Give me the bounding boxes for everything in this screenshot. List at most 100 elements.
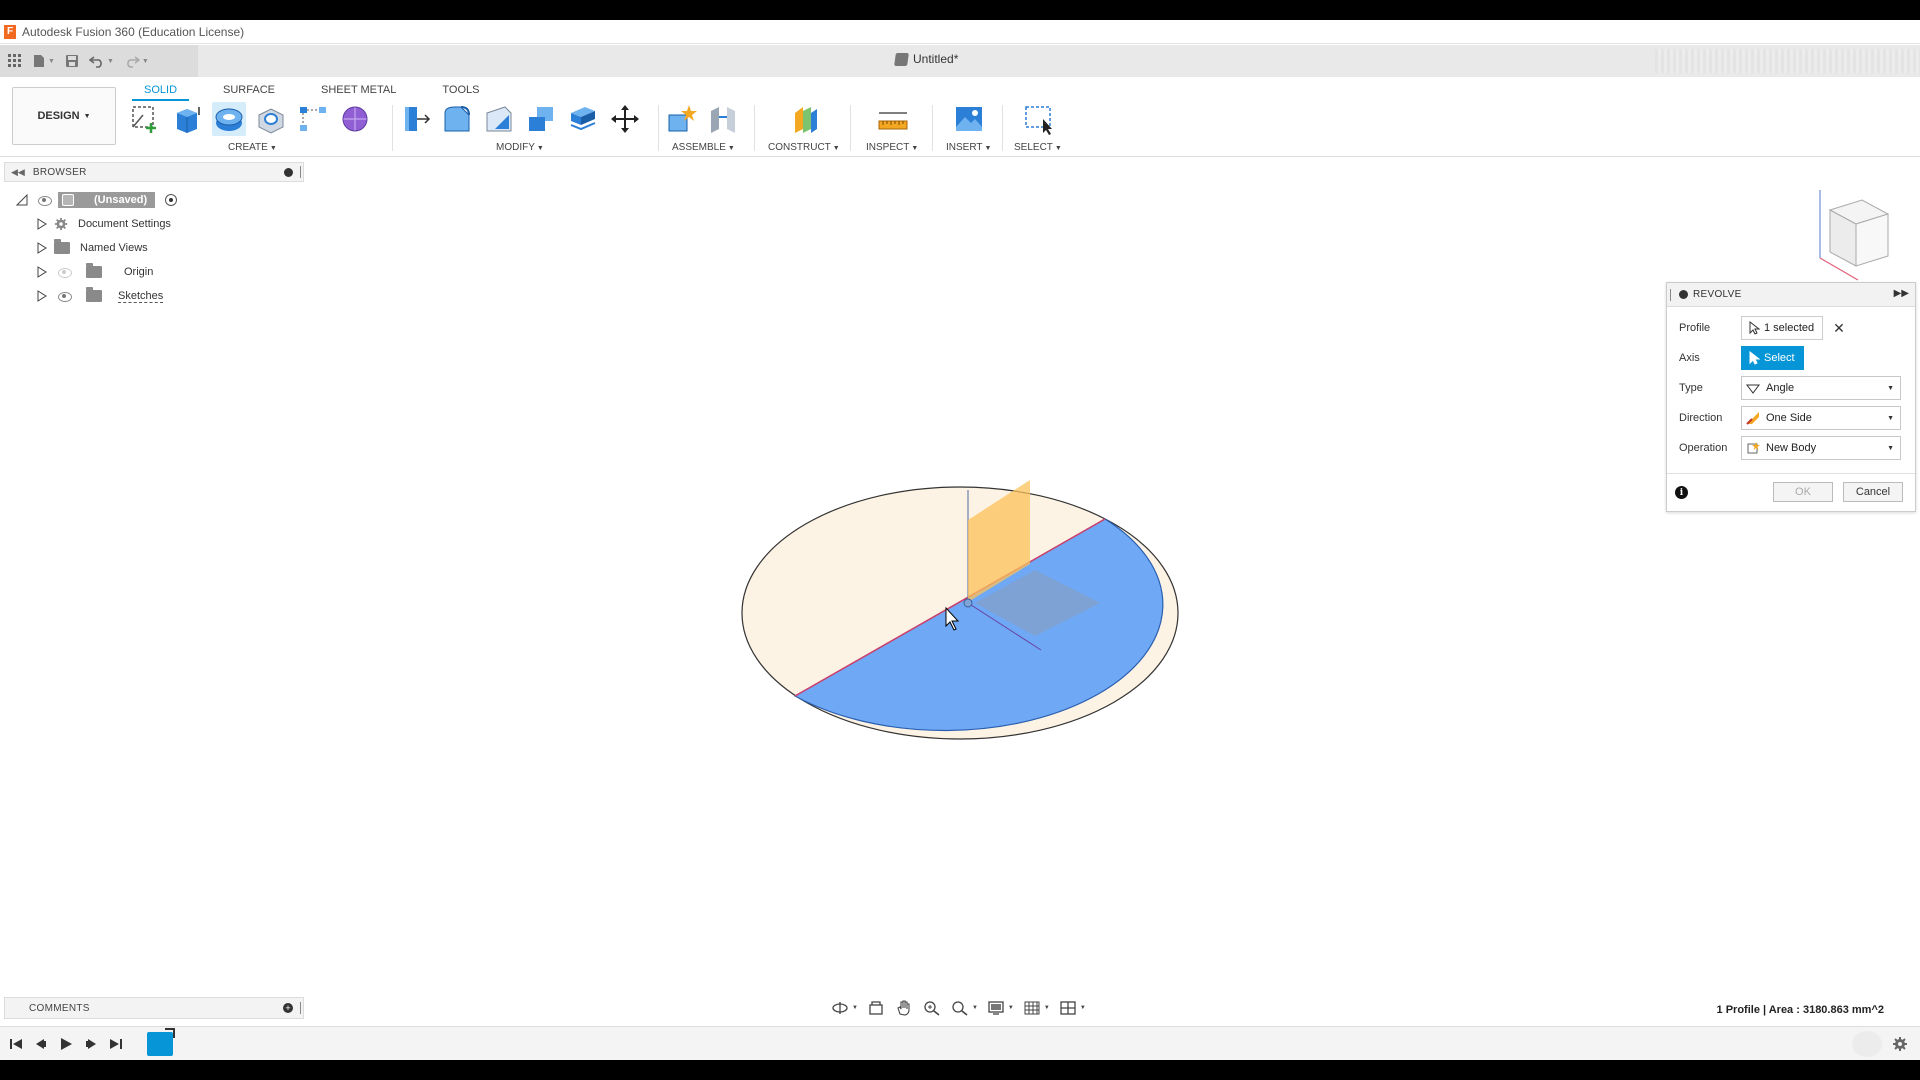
direction-dropdown[interactable]: One Side ▼ <box>1741 406 1901 430</box>
look-at-icon[interactable] <box>866 1000 886 1016</box>
expand-triangle-icon[interactable] <box>36 266 48 278</box>
add-comment-icon[interactable]: + <box>283 1003 293 1013</box>
step-back-icon[interactable] <box>32 1035 50 1053</box>
play-icon[interactable] <box>57 1035 75 1053</box>
move-copy-icon[interactable] <box>608 102 642 136</box>
pan-hand-icon[interactable] <box>894 1000 914 1016</box>
create-sketch-icon[interactable] <box>128 102 162 136</box>
collapse-triangle-icon[interactable] <box>16 194 28 206</box>
press-pull-icon[interactable] <box>398 102 432 136</box>
modify-menu[interactable]: MODIFY ▼ <box>496 142 544 153</box>
fit-icon[interactable] <box>950 1000 970 1016</box>
new-component-icon[interactable] <box>664 102 698 136</box>
redo-icon[interactable]: ▼ <box>124 54 149 68</box>
expand-dialog-icon[interactable]: ▶▶ <box>1894 288 1909 299</box>
browser-resize-handle[interactable] <box>300 166 301 178</box>
expand-triangle-icon[interactable] <box>36 218 48 230</box>
axis-selection-button[interactable]: Select <box>1741 346 1804 370</box>
browser-pin-icon[interactable] <box>284 168 293 177</box>
browser-item-origin[interactable]: Origin <box>16 260 177 284</box>
create-form-icon[interactable] <box>338 102 372 136</box>
visibility-eye-icon[interactable] <box>58 291 72 302</box>
viewports-icon[interactable] <box>1058 1000 1078 1016</box>
chevron-down-icon: ▼ <box>1887 415 1894 422</box>
origin-point[interactable] <box>963 598 973 608</box>
construct-group: CONSTRUCT ▼ <box>768 101 844 155</box>
rectangular-pattern-icon[interactable] <box>296 102 330 136</box>
tab-surface[interactable]: SURFACE <box>211 80 287 101</box>
document-tab[interactable]: Untitled* <box>894 52 958 66</box>
qat-left-group: ▼ ▼ ▼ <box>0 45 198 77</box>
insert-menu[interactable]: INSERT ▼ <box>946 142 991 153</box>
orbit-icon[interactable] <box>830 1000 850 1016</box>
chevron-down-icon[interactable]: ▼ <box>852 1005 858 1011</box>
chevron-down-icon[interactable]: ▼ <box>1080 1005 1086 1011</box>
navigation-bar: ▼ ▼ ▼ ▼ ▼ <box>830 1000 1086 1016</box>
save-icon[interactable] <box>65 54 79 68</box>
document-icon <box>62 194 74 206</box>
one-side-icon <box>1746 412 1759 425</box>
fillet-icon[interactable] <box>440 102 474 136</box>
extrude-icon[interactable] <box>170 102 204 136</box>
tab-tools[interactable]: TOOLS <box>430 80 491 101</box>
tab-solid[interactable]: SOLID <box>132 80 190 101</box>
grid-snap-icon[interactable] <box>1022 1000 1042 1016</box>
tab-sheet-metal[interactable]: SHEET METAL <box>309 80 408 101</box>
chamfer-icon[interactable] <box>482 102 516 136</box>
workspace-switcher-button[interactable]: DESIGN ▼ <box>12 87 116 145</box>
viewcube[interactable] <box>1810 180 1900 290</box>
chevron-down-icon[interactable]: ▼ <box>972 1005 978 1011</box>
axis-label: Axis <box>1679 352 1700 364</box>
operation-dropdown[interactable]: New Body ▼ <box>1741 436 1901 460</box>
visibility-eye-icon[interactable] <box>38 195 52 206</box>
create-menu[interactable]: CREATE ▼ <box>228 142 277 153</box>
revolve-dialog-header[interactable]: REVOLVE ▶▶ <box>1667 283 1915 307</box>
inspect-menu[interactable]: INSPECT ▼ <box>866 142 918 153</box>
display-settings-icon[interactable] <box>986 1000 1006 1016</box>
go-to-end-icon[interactable] <box>107 1035 125 1053</box>
go-to-start-icon[interactable] <box>7 1035 25 1053</box>
timeline-sketch-feature[interactable] <box>147 1027 175 1056</box>
window-select-icon[interactable] <box>1022 102 1056 136</box>
info-icon[interactable]: i <box>1675 486 1688 499</box>
browser-item-sketches[interactable]: Sketches <box>16 284 177 308</box>
timeline-settings-gear-icon[interactable] <box>1892 1036 1908 1052</box>
construct-menu[interactable]: CONSTRUCT ▼ <box>768 142 840 153</box>
dialog-drag-handle[interactable] <box>1670 288 1671 301</box>
measure-icon[interactable] <box>876 102 910 136</box>
chevron-down-icon[interactable]: ▼ <box>1044 1005 1050 1011</box>
data-panel-grid-icon[interactable] <box>8 54 22 68</box>
zoom-icon[interactable] <box>922 1000 942 1016</box>
assemble-menu[interactable]: ASSEMBLE ▼ <box>672 142 735 153</box>
shell-icon[interactable] <box>524 102 558 136</box>
ok-button[interactable]: OK <box>1773 482 1833 502</box>
cancel-button[interactable]: Cancel <box>1843 482 1903 502</box>
profile-selection-button[interactable]: 1 selected <box>1741 316 1824 340</box>
undo-icon[interactable]: ▼ <box>88 54 114 68</box>
type-dropdown[interactable]: Angle ▼ <box>1741 376 1901 400</box>
revolve-dialog: REVOLVE ▶▶ Profile 1 selected ✕ Axis Sel… <box>1666 282 1916 512</box>
step-forward-icon[interactable] <box>82 1035 100 1053</box>
joint-icon[interactable] <box>706 102 740 136</box>
expand-triangle-icon[interactable] <box>36 290 48 302</box>
combine-icon[interactable] <box>566 102 600 136</box>
browser-root-row[interactable]: (Unsaved) <box>16 188 178 212</box>
select-menu[interactable]: SELECT ▼ <box>1014 142 1062 153</box>
assemble-label: ASSEMBLE <box>672 142 726 153</box>
collapse-browser-icon[interactable]: ◀◀ <box>11 167 25 178</box>
hole-icon[interactable] <box>254 102 288 136</box>
chevron-down-icon[interactable]: ▼ <box>1008 1005 1014 1011</box>
insert-image-icon[interactable] <box>952 102 986 136</box>
browser-item-document-settings[interactable]: Document Settings <box>16 212 177 236</box>
comments-resize-handle[interactable] <box>300 1002 301 1014</box>
activate-component-icon[interactable] <box>165 194 178 206</box>
visibility-eye-hidden-icon[interactable] <box>58 267 72 278</box>
comments-panel[interactable]: COMMENTS + <box>4 997 304 1019</box>
sketch-profile-scene[interactable] <box>735 460 1195 760</box>
browser-item-named-views[interactable]: Named Views <box>16 236 177 260</box>
file-menu-icon[interactable]: ▼ <box>32 54 55 68</box>
revolve-icon[interactable] <box>212 102 246 136</box>
clear-selection-icon[interactable]: ✕ <box>1833 320 1845 337</box>
expand-triangle-icon[interactable] <box>36 242 48 254</box>
offset-plane-icon[interactable] <box>788 102 822 136</box>
